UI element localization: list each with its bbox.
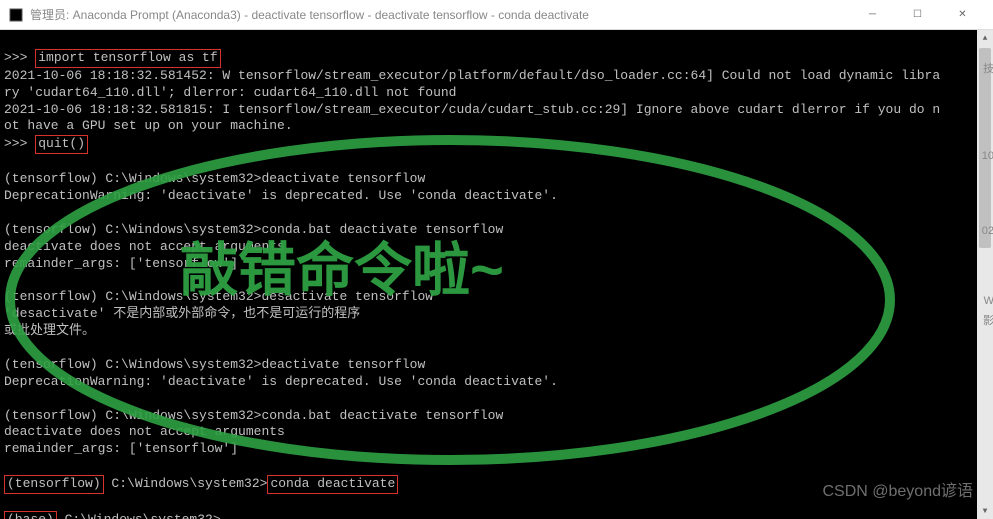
python-prompt: >>> [4,136,35,151]
error-line: 或批处理文件。 [4,323,95,338]
shell-line: (tensorflow) C:\Windows\system32>deactiv… [4,357,425,372]
titlebar[interactable]: 管理员: Anaconda Prompt (Anaconda3) - deact… [0,0,993,30]
highlight-quit: quit() [35,135,88,154]
terminal-output[interactable]: >>> import tensorflow as tf 2021-10-06 1… [0,30,993,519]
highlight-import: import tensorflow as tf [35,49,220,68]
scroll-up-arrow[interactable]: ▲ [977,30,993,46]
side-label: 影 [983,312,993,328]
log-line: ot have a GPU set up on your machine. [4,118,293,133]
error-line: remainder_args: ['tensorflow'] [4,256,238,271]
log-line: 2021-10-06 18:18:32.581452: W tensorflow… [4,68,940,83]
window-controls: ─ ☐ ✕ [850,0,985,30]
side-label: 10 [982,150,993,162]
scroll-down-arrow[interactable]: ▼ [977,503,993,519]
shell-line: (tensorflow) C:\Windows\system32>deactiv… [4,171,425,186]
error-line: 'desactivate' 不是内部或外部命令，也不是可运行的程序 [4,306,360,321]
highlight-conda-deactivate: conda deactivate [267,475,398,494]
warning-line: DeprecationWarning: 'deactivate' is depr… [4,188,558,203]
shell-line: (tensorflow) C:\Windows\system32>desacti… [4,289,433,304]
side-label: 技 [983,60,993,76]
side-label: 02 [982,225,993,237]
app-icon [8,7,24,23]
python-prompt: >>> [4,50,35,65]
log-line: 2021-10-06 18:18:32.581815: I tensorflow… [4,102,940,117]
warning-line: DeprecationWarning: 'deactivate' is depr… [4,374,558,389]
minimize-button[interactable]: ─ [850,0,895,30]
log-line: ry 'cudart64_110.dll'; dlerror: cudart64… [4,85,456,100]
scrollbar-thumb[interactable] [979,48,991,248]
error-line: deactivate does not accept arguments [4,239,285,254]
side-label: W [984,295,993,307]
shell-line: (tensorflow) C:\Windows\system32>conda.b… [4,408,503,423]
terminal-window: 管理员: Anaconda Prompt (Anaconda3) - deact… [0,0,993,519]
close-button[interactable]: ✕ [940,0,985,30]
window-title: 管理员: Anaconda Prompt (Anaconda3) - deact… [30,6,850,23]
error-line: remainder_args: ['tensorflow'] [4,441,238,456]
highlight-env: (tensorflow) [4,475,104,494]
highlight-base: (base) [4,511,57,519]
vertical-scrollbar[interactable]: ▲ ▼ [977,30,993,519]
shell-line: (tensorflow) C:\Windows\system32>conda.b… [4,222,503,237]
maximize-button[interactable]: ☐ [895,0,940,30]
error-line: deactivate does not accept arguments [4,424,285,439]
